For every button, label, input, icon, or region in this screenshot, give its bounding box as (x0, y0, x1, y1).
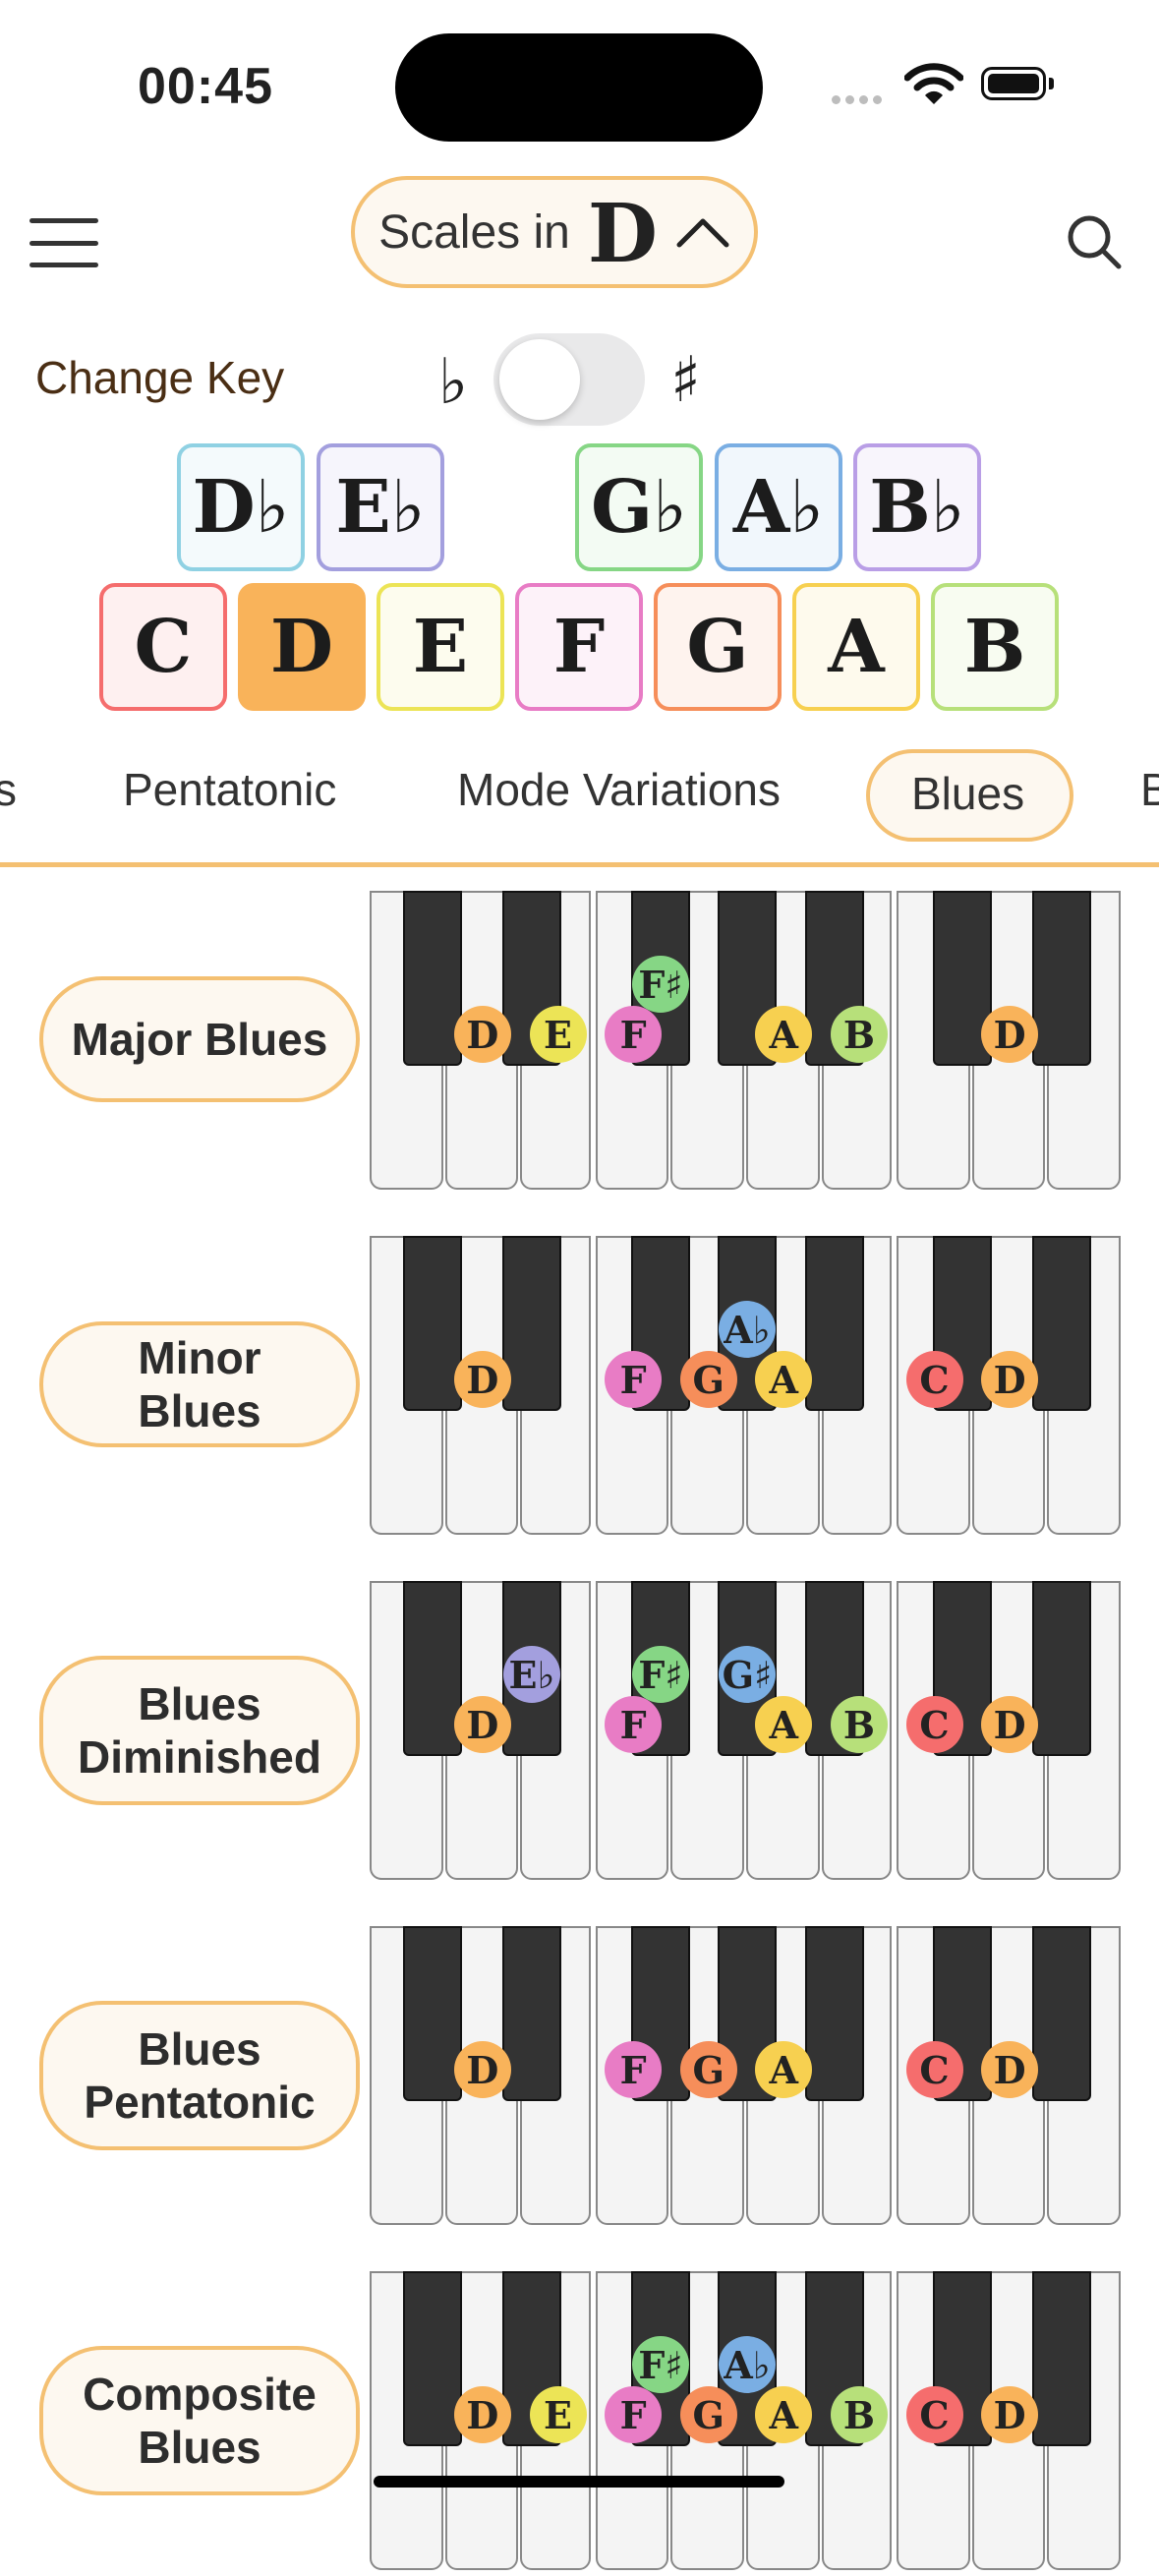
note-dot: C (905, 2386, 963, 2443)
note-dot: C (905, 1696, 963, 1753)
note-dot: A (755, 2041, 813, 2098)
key-button-c[interactable]: C (99, 583, 227, 711)
note-dot: F (605, 2041, 663, 2098)
note-dot: D (981, 1006, 1039, 1063)
key-button-d-flat[interactable]: D♭ (177, 443, 305, 571)
note-dot: D (453, 1351, 511, 1408)
piano-keyboard: D E F F♯ G A♭ A B C D (370, 2271, 1125, 2576)
key-button-e-flat[interactable]: E♭ (317, 443, 444, 571)
tab-pentatonic[interactable]: Pentatonic (123, 763, 336, 816)
note-dot: A (755, 2386, 813, 2443)
piano-keyboard: D E♭ F F♯ G♯ A B C D (370, 1581, 1125, 1886)
note-dot: D (981, 1351, 1039, 1408)
note-dot: C (905, 2041, 963, 2098)
chevron-up-icon (676, 218, 729, 248)
note-dot: B (830, 2386, 888, 2443)
title-key: D (587, 187, 658, 281)
scale-key-selector[interactable]: Scales in D (351, 176, 758, 288)
key-button-a[interactable]: A (792, 583, 920, 711)
black-key[interactable] (805, 1926, 864, 2101)
note-dot: A (755, 1006, 813, 1063)
note-dot: A♭ (719, 1301, 776, 1358)
note-dot: D (453, 1006, 511, 1063)
dynamic-island (395, 33, 763, 142)
scale-button[interactable]: Composite Blues (39, 2346, 360, 2495)
piano-keyboard: D E F F♯ A B D (370, 891, 1125, 1196)
scale-button[interactable]: Minor Blues (39, 1321, 360, 1447)
black-key[interactable] (805, 1236, 864, 1411)
black-key[interactable] (403, 1926, 462, 2101)
key-button-d[interactable]: D (238, 583, 366, 711)
black-key[interactable] (1032, 2271, 1091, 2446)
note-dot: G (679, 1351, 737, 1408)
tab-partial-right[interactable]: B (1140, 763, 1159, 816)
scale-button[interactable]: Major Blues (39, 976, 360, 1102)
note-dot: D (981, 2386, 1039, 2443)
flat-sharp-toggle[interactable] (493, 333, 645, 426)
note-dot: B (830, 1696, 888, 1753)
note-dot: A♭ (719, 2336, 776, 2393)
key-button--flatb[interactable]: B♭ (853, 443, 981, 571)
key-button-a-flat[interactable]: A♭ (715, 443, 842, 571)
note-dot: A (755, 1696, 813, 1753)
note-dot: E♭ (503, 1646, 560, 1703)
note-dot: G♯ (719, 1646, 776, 1703)
wifi-icon (903, 63, 964, 111)
sharp-symbol: ♯ (670, 344, 701, 417)
black-key[interactable] (502, 1236, 561, 1411)
note-dot: A (755, 1351, 813, 1408)
note-dot: C (905, 1351, 963, 1408)
scale-button[interactable]: Blues Pentatonic (39, 2001, 360, 2150)
black-key[interactable] (1032, 1236, 1091, 1411)
note-dot: F (605, 2386, 663, 2443)
black-key[interactable] (1032, 1926, 1091, 2101)
note-dot: D (981, 2041, 1039, 2098)
note-dot: D (453, 1696, 511, 1753)
black-key[interactable] (502, 1926, 561, 2101)
note-dot: E (529, 2386, 587, 2443)
key-button-g[interactable]: G (654, 583, 782, 711)
menu-icon[interactable] (29, 218, 98, 267)
note-dot: B (830, 1006, 888, 1063)
note-dot: D (981, 1696, 1039, 1753)
battery-icon (981, 67, 1046, 100)
black-key[interactable] (1032, 891, 1091, 1066)
key-button-e[interactable]: E (377, 583, 504, 711)
black-key[interactable] (403, 2271, 462, 2446)
key-button-b[interactable]: B (931, 583, 1059, 711)
search-icon[interactable] (1066, 213, 1125, 277)
change-key-label: Change Key (35, 352, 285, 403)
piano-keyboard: D F G A♭ A C D (370, 1236, 1125, 1541)
note-dot: F♯ (632, 956, 689, 1013)
note-dot: E (529, 1006, 587, 1063)
tab-mode-variations[interactable]: Mode Variations (457, 763, 781, 816)
cellular-signal-icon (832, 91, 887, 109)
note-dot: F♯ (632, 1646, 689, 1703)
note-dot: D (453, 2041, 511, 2098)
key-button-g-flat[interactable]: G♭ (575, 443, 703, 571)
note-dot: F♯ (632, 2336, 689, 2393)
tab-partial-left[interactable]: s (0, 763, 17, 816)
key-button-f[interactable]: F (515, 583, 643, 711)
black-key[interactable] (403, 891, 462, 1066)
note-dot: F (605, 1351, 663, 1408)
title-label: Scales in (378, 205, 570, 259)
black-key[interactable] (403, 1581, 462, 1756)
note-dot: F (605, 1696, 663, 1753)
black-key[interactable] (1032, 1581, 1091, 1756)
tab-divider (0, 862, 1159, 867)
tab-blues[interactable]: Blues (911, 767, 1024, 820)
status-time: 00:45 (138, 58, 273, 115)
flat-symbol: ♭ (438, 346, 469, 419)
note-dot: F (605, 1006, 663, 1063)
note-dot: D (453, 2386, 511, 2443)
note-dot: G (679, 2041, 737, 2098)
note-dot: G (679, 2386, 737, 2443)
scale-button[interactable]: Blues Diminished (39, 1656, 360, 1805)
piano-keyboard: DFGACD (370, 1926, 1125, 2231)
black-key[interactable] (403, 1236, 462, 1411)
home-indicator[interactable] (374, 2476, 784, 2488)
battery-tip (1049, 78, 1054, 89)
